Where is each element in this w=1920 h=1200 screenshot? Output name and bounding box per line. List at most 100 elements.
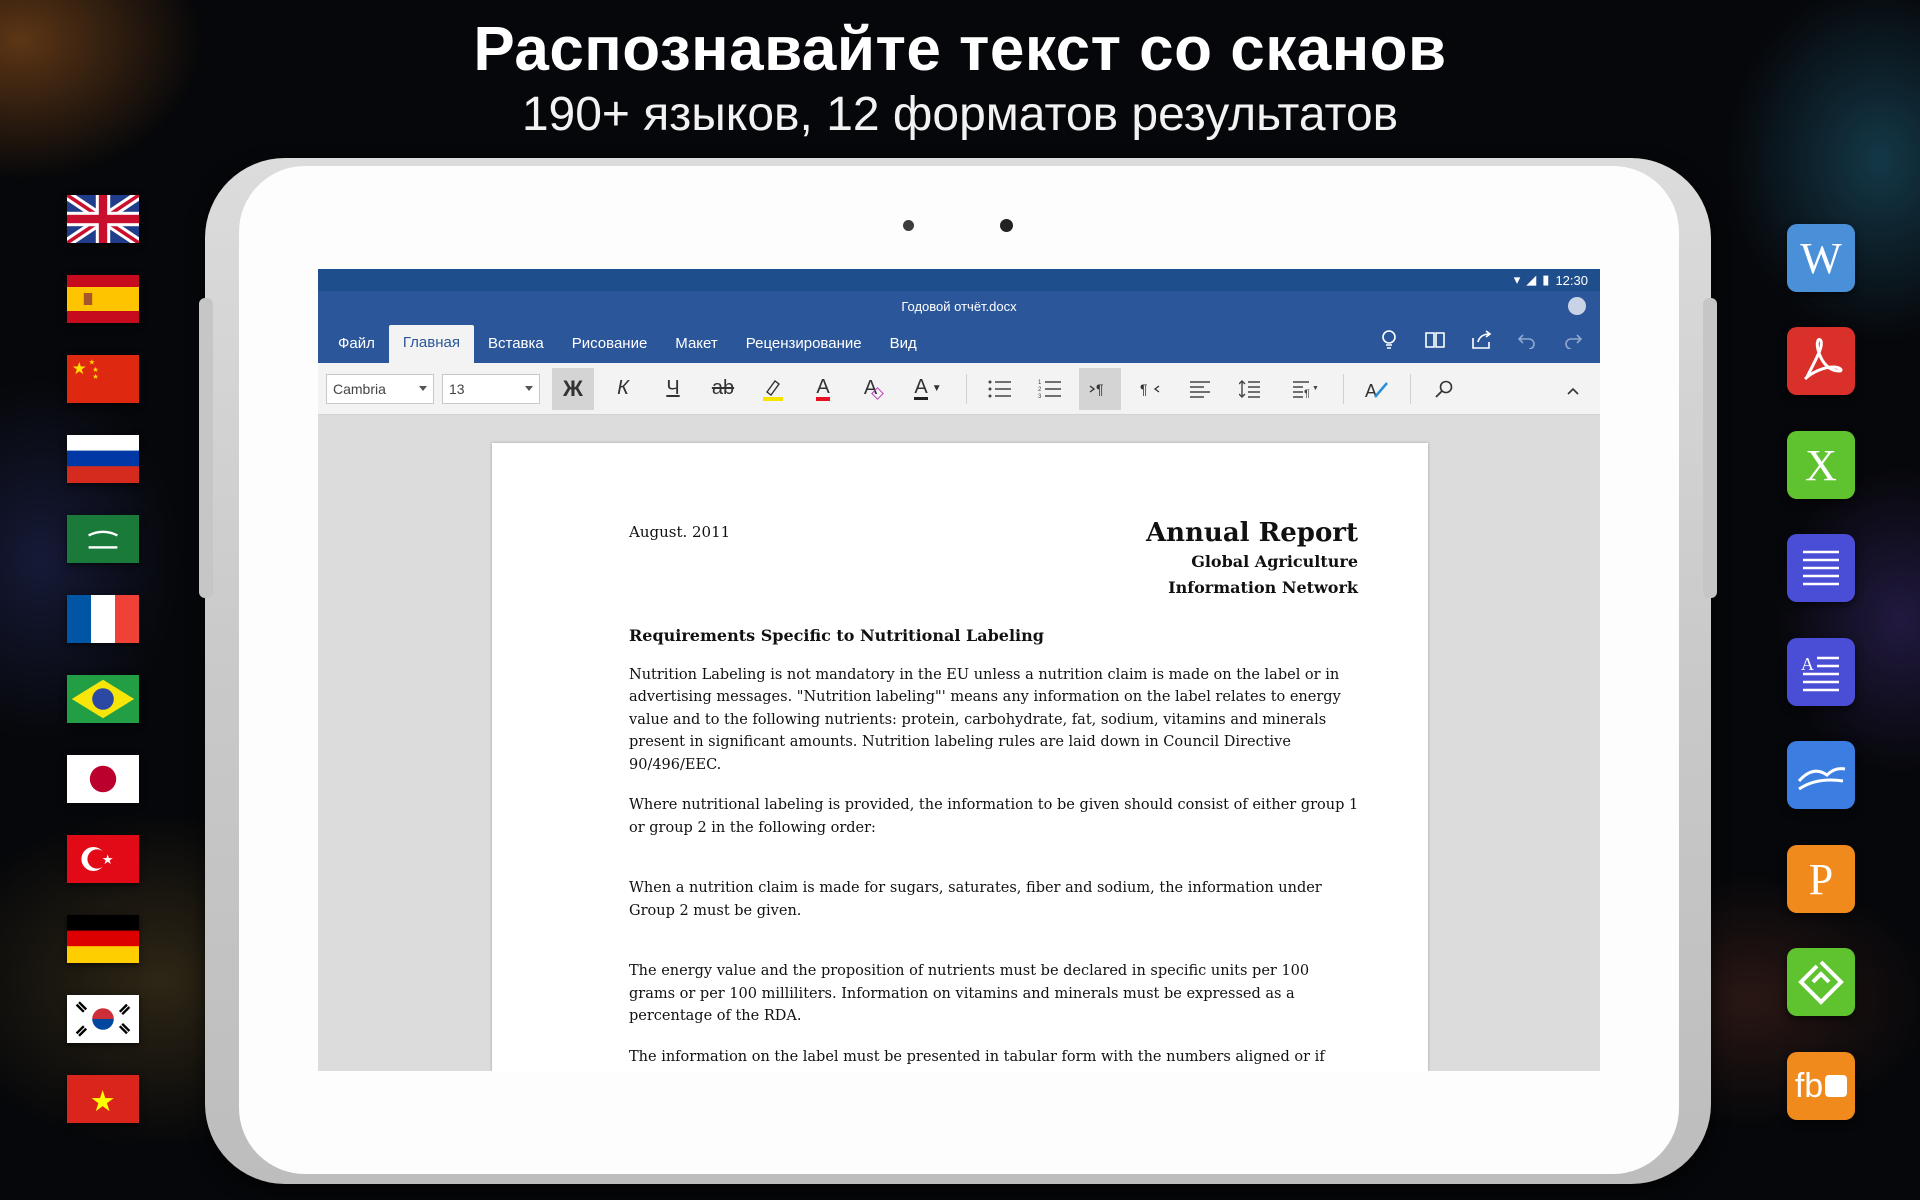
line-spacing-button[interactable]: [1229, 368, 1271, 410]
find-button[interactable]: [1423, 368, 1465, 410]
font-size-select[interactable]: 13: [442, 373, 540, 404]
uk-flag: [67, 195, 139, 243]
rtl-paragraph-button[interactable]: ¶: [1129, 368, 1171, 410]
tab-review[interactable]: Рецензирование: [732, 327, 876, 363]
fb2-badge-icon: [1825, 1075, 1848, 1097]
svg-text:★: ★: [102, 852, 114, 867]
strike-label: ab: [711, 377, 735, 399]
powerpoint-icon: P: [1787, 845, 1855, 913]
document-body: Requirements Specific to Nutritional Lab…: [629, 625, 1359, 1071]
account-avatar[interactable]: [1568, 297, 1586, 315]
bold-label: Ж: [563, 375, 583, 401]
wifi-icon: ▾: [1513, 272, 1521, 287]
share-icon[interactable]: [1468, 327, 1494, 353]
numbering-button[interactable]: 123: [1029, 368, 1071, 410]
word-icon: W: [1787, 224, 1855, 292]
text-icon: [1787, 534, 1855, 602]
italic-button[interactable]: К: [602, 368, 644, 410]
highlight-button[interactable]: [752, 368, 794, 410]
tab-insert[interactable]: Вставка: [474, 327, 558, 363]
spain-flag: [67, 275, 139, 323]
pdf-icon: [1787, 327, 1855, 395]
underline-button[interactable]: Ч: [652, 368, 694, 410]
tab-home[interactable]: Главная: [388, 325, 474, 363]
rtf-icon: A: [1787, 638, 1855, 706]
paragraph-rtl-icon: ¶: [1140, 381, 1160, 397]
paragraph: The energy value and the proposition of …: [629, 963, 1310, 1024]
promo-subtitle: 190+ языков, 12 форматов результатов: [521, 88, 1399, 141]
undo-icon[interactable]: [1514, 327, 1540, 353]
clock: 12:30: [1555, 272, 1588, 288]
bullets-button[interactable]: [979, 368, 1021, 410]
bullet-list-icon: [988, 380, 1011, 397]
ribbon-tabs: Файл Главная Вставка Рисование Макет Рец…: [318, 321, 1600, 363]
toolbar-divider: [1410, 373, 1411, 404]
japan-flag: [67, 755, 139, 803]
excel-glyph: X: [1805, 440, 1837, 490]
saudi-arabia-flag: [67, 515, 139, 563]
reading-mode-icon[interactable]: [1422, 327, 1448, 353]
front-camera: [1000, 219, 1013, 232]
tab-layout[interactable]: Макет: [661, 327, 731, 363]
text-color-button[interactable]: A ▼: [902, 368, 954, 410]
paragraph-ltr-icon: ¶: [1089, 381, 1104, 397]
svg-text:¶: ¶: [1140, 381, 1148, 397]
formatting-toolbar: Cambria 13 Ж К Ч ab A A A ▼ 123 ¶ ¶ ¶ ▼ A: [318, 363, 1600, 415]
bold-button[interactable]: Ж: [552, 367, 594, 410]
report-header: Annual Report Global Agriculture Informa…: [1146, 517, 1358, 601]
redo-icon[interactable]: [1560, 327, 1586, 353]
highlighter-icon: [763, 379, 783, 401]
report-title: Annual Report: [1145, 518, 1358, 548]
styles-button[interactable]: A: [1356, 368, 1398, 410]
tab-view[interactable]: Вид: [876, 327, 931, 363]
svg-text:▼: ▼: [1312, 385, 1318, 392]
germany-flag: [67, 915, 139, 963]
promo-headline: Распознавайте текст со сканов 190+ языко…: [0, 14, 1920, 144]
toolbar-divider: [1343, 373, 1344, 404]
status-bar: ▾ ◢ ▮ 12:30: [318, 269, 1600, 291]
svg-text:1: 1: [1038, 380, 1042, 386]
svg-text:2: 2: [1038, 387, 1042, 393]
turkey-flag: ★: [67, 835, 139, 883]
align-button[interactable]: [1179, 368, 1221, 410]
collapse-ribbon-icon[interactable]: [1566, 383, 1580, 401]
document-page[interactable]: August. 2011 Annual Report Global Agricu…: [492, 443, 1428, 1071]
numbered-list-icon: 123: [1038, 380, 1061, 399]
line-spacing-icon: [1239, 379, 1260, 398]
text-color-label: A: [914, 376, 928, 400]
openoffice-icon: [1787, 741, 1855, 809]
tab-draw[interactable]: Рисование: [558, 327, 662, 363]
title-bar: Годовой отчёт.docx: [318, 291, 1600, 321]
font-color-button[interactable]: A: [802, 368, 844, 410]
font-size-value: 13: [449, 380, 465, 397]
word-glyph: W: [1800, 233, 1842, 283]
svg-text:3: 3: [1038, 394, 1042, 399]
font-name-select[interactable]: Cambria: [326, 373, 434, 404]
paragraph: The information on the label must be pre…: [629, 1048, 1325, 1065]
ltr-paragraph-button[interactable]: ¶: [1079, 367, 1121, 410]
chevron-down-icon: ▼: [931, 383, 942, 394]
word-app-screen: ▾ ◢ ▮ 12:30 Годовой отчёт.docx Файл Глав…: [318, 269, 1600, 1071]
lightbulb-icon[interactable]: [1376, 327, 1402, 353]
svg-text:¶: ¶: [1304, 388, 1310, 398]
vietnam-flag: ★: [67, 1075, 139, 1123]
section-heading: Requirements Specific to Nutritional Lab…: [629, 626, 1044, 645]
strikethrough-button[interactable]: ab: [702, 368, 744, 410]
china-flag: ★ ★ ★ ★: [67, 355, 139, 403]
battery-icon: ▮: [1542, 272, 1550, 287]
brazil-flag: [67, 675, 139, 723]
powerpoint-glyph: P: [1808, 854, 1834, 904]
paragraph-options-button[interactable]: ¶ ▼: [1279, 368, 1331, 410]
chevron-down-icon: [419, 385, 427, 391]
france-flag: [67, 595, 139, 643]
document-date: August. 2011: [629, 523, 731, 541]
clear-formatting-button[interactable]: A: [852, 368, 894, 410]
signal-icon: ◢: [1526, 272, 1537, 287]
svg-text:¶: ¶: [1096, 381, 1104, 397]
paragraph-options-icon: ¶ ▼: [1293, 380, 1318, 398]
paragraph: When a nutrition claim is made for sugar…: [629, 880, 1322, 919]
document-canvas[interactable]: August. 2011 Annual Report Global Agricu…: [318, 415, 1600, 1071]
fb2-icon: fb: [1787, 1052, 1855, 1120]
tab-file[interactable]: Файл: [324, 327, 389, 363]
styles-brush-icon: A: [1365, 381, 1388, 400]
